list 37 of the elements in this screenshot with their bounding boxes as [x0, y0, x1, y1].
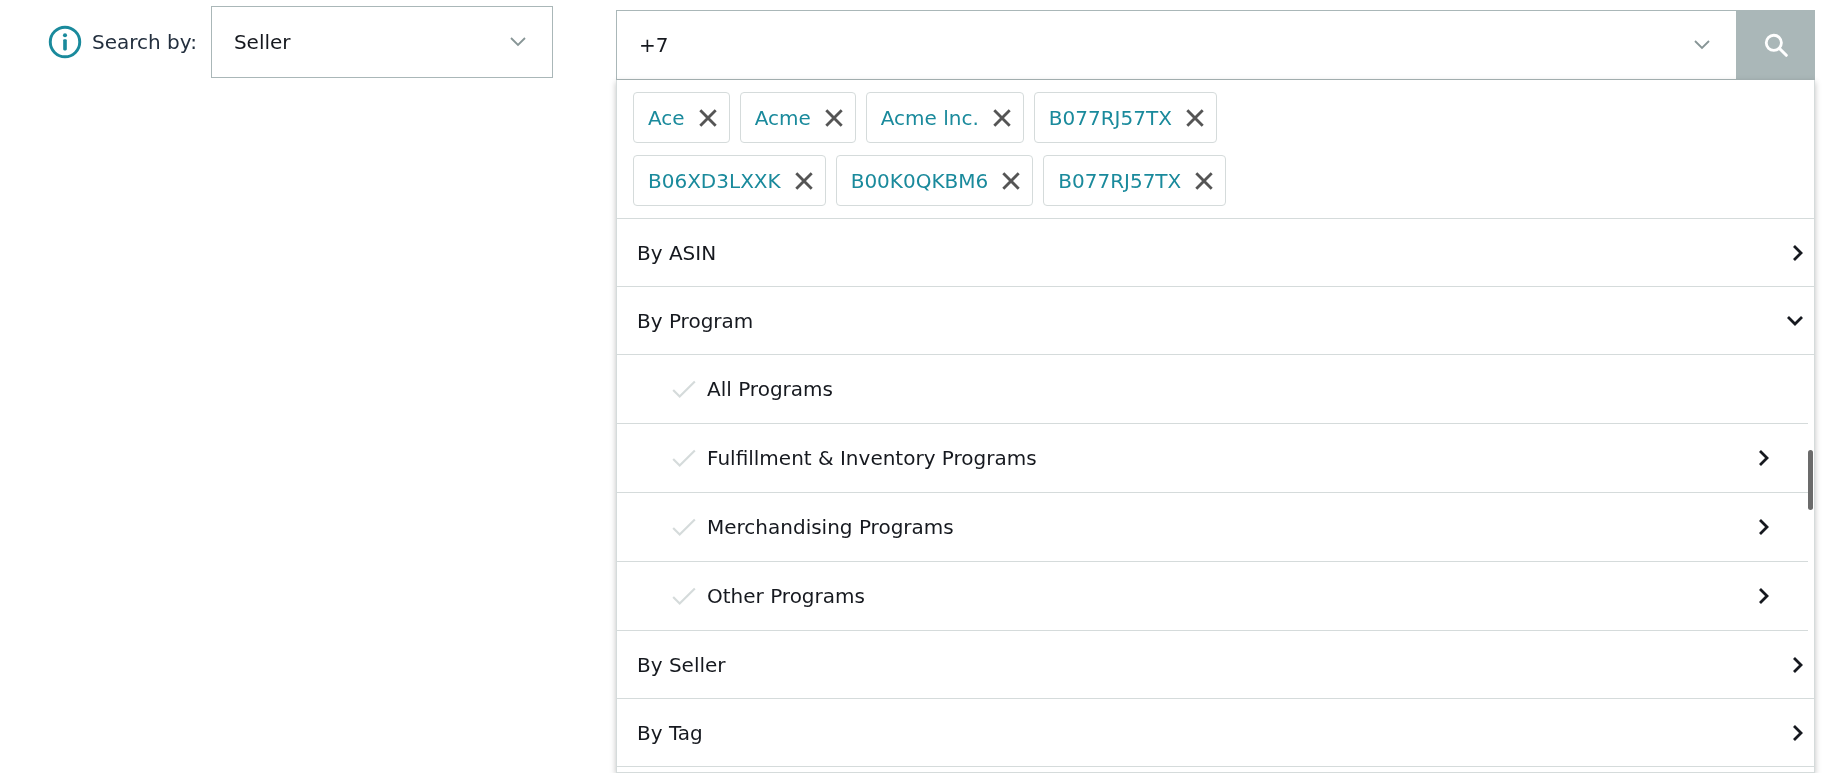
- category-item[interactable]: By Tag: [617, 699, 1814, 767]
- category-item[interactable]: By Program: [617, 287, 1814, 355]
- option-item[interactable]: All Programs: [617, 355, 1808, 424]
- token-label: B077RJ57TX: [1048, 105, 1172, 130]
- chevron-down-icon: [1786, 314, 1804, 327]
- scrollbar[interactable]: [1808, 450, 1813, 510]
- chevron-down-icon: [1694, 40, 1710, 50]
- remove-icon[interactable]: [990, 106, 1013, 129]
- chevron-right-icon: [1758, 449, 1770, 467]
- chevron-down-icon: [509, 37, 526, 47]
- chevron-right-icon: [1758, 587, 1770, 605]
- remove-icon[interactable]: [1000, 169, 1023, 192]
- remove-icon[interactable]: [1183, 106, 1206, 129]
- chevron-right-icon: [1792, 243, 1804, 262]
- search-icon: [1763, 32, 1789, 58]
- chevron-right-icon: [1792, 655, 1804, 674]
- search-field[interactable]: +7: [616, 10, 1737, 80]
- token-label: B06XD3LXXK: [648, 168, 781, 193]
- remove-icon[interactable]: [696, 106, 719, 129]
- chevron-right-icon: [1792, 723, 1804, 742]
- remove-icon[interactable]: [792, 169, 815, 192]
- option-item[interactable]: Other Programs: [617, 562, 1808, 631]
- token-label: B00K0QKBM6: [850, 168, 989, 193]
- option-item[interactable]: Merchandising Programs: [617, 493, 1808, 562]
- option-item[interactable]: Fulfillment & Inventory Programs: [617, 424, 1808, 493]
- token-label: Acme: [754, 105, 811, 130]
- token-label: Ace: [648, 105, 685, 130]
- remove-icon[interactable]: [1193, 169, 1216, 192]
- search-by-dropdown[interactable]: Seller: [210, 6, 553, 78]
- chevron-right-icon: [1758, 518, 1770, 536]
- token-label: B077RJ57TX: [1058, 168, 1182, 193]
- info-icon[interactable]: [48, 25, 82, 59]
- category-item[interactable]: By ASIN: [617, 219, 1814, 287]
- remove-icon[interactable]: [822, 106, 845, 129]
- token-label: Acme lnc.: [880, 105, 979, 130]
- search-by-label: Search by:: [92, 30, 197, 54]
- category-item[interactable]: By Seller: [617, 631, 1814, 699]
